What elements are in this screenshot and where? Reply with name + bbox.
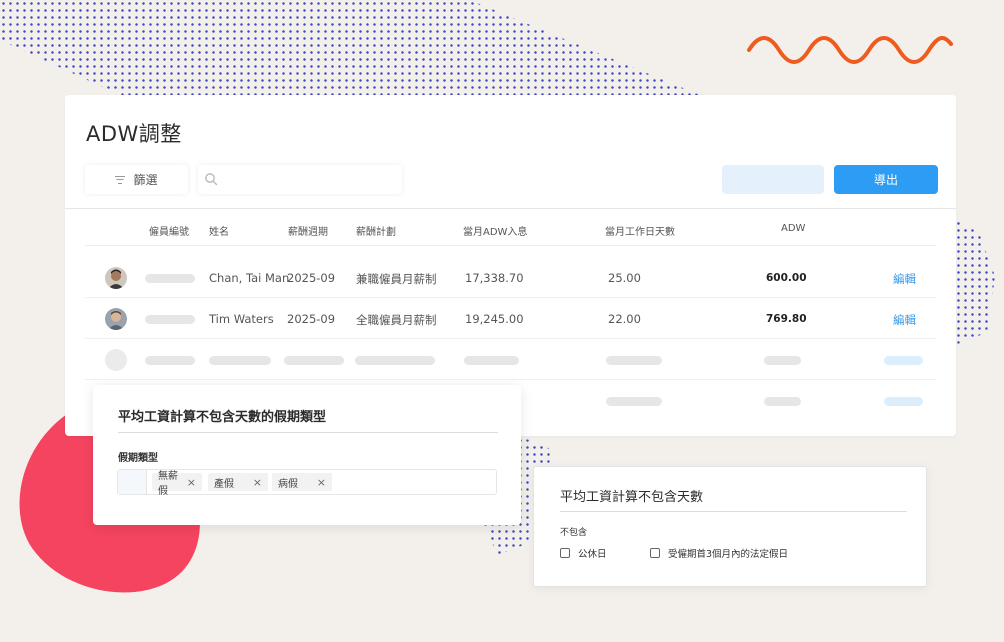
skeleton-cell bbox=[145, 356, 195, 365]
select-prefix bbox=[118, 470, 147, 494]
monthly-adw-income: 19,245.00 bbox=[465, 312, 524, 326]
tag-label: 產假 bbox=[214, 478, 234, 490]
field-label: 假期類型 bbox=[118, 453, 158, 464]
divider bbox=[560, 511, 907, 512]
column-header-name[interactable]: 姓名 bbox=[209, 223, 229, 238]
header-divider bbox=[85, 245, 936, 246]
search-input[interactable] bbox=[198, 165, 402, 194]
column-header-pay-plan[interactable]: 薪酬計劃 bbox=[356, 223, 396, 238]
skeleton-cell bbox=[884, 397, 923, 406]
checkbox-label: 受僱期首3個月內的法定假日 bbox=[668, 549, 789, 560]
row-divider bbox=[85, 297, 936, 298]
divider bbox=[65, 208, 956, 209]
working-days: 22.00 bbox=[608, 312, 641, 326]
remove-tag-icon[interactable]: × bbox=[187, 476, 196, 489]
skeleton-cell bbox=[764, 397, 801, 406]
page-title: ADW調整 bbox=[86, 122, 182, 146]
avatar bbox=[105, 308, 127, 330]
divider bbox=[118, 432, 498, 433]
pay-plan: 兼職僱員月薪制 bbox=[356, 272, 437, 286]
checkbox-label: 公休日 bbox=[578, 549, 607, 560]
adw-value: 600.00 bbox=[766, 272, 807, 284]
monthly-adw-income: 17,338.70 bbox=[465, 271, 524, 285]
leave-type-popup: 平均工資計算不包含天數的假期類型 假期類型 無薪假 × 產假 × 病假 × bbox=[93, 385, 521, 525]
checkbox[interactable] bbox=[560, 548, 570, 558]
leave-type-select[interactable]: 無薪假 × 產假 × 病假 × bbox=[117, 469, 497, 497]
edit-link[interactable]: 編輯 bbox=[893, 271, 916, 287]
checkbox-statutory-holiday-first-3-months[interactable]: 受僱期首3個月內的法定假日 bbox=[650, 546, 788, 560]
employee-id-placeholder bbox=[145, 315, 195, 324]
skeleton-cell bbox=[355, 356, 435, 365]
column-header-working-days[interactable]: 當月工作日天數 bbox=[605, 223, 675, 238]
leave-type-tag: 產假 × bbox=[208, 473, 268, 491]
secondary-action-button[interactable] bbox=[722, 165, 824, 194]
employee-name: Tim Waters bbox=[209, 312, 274, 326]
decorative-squiggle bbox=[747, 36, 953, 64]
working-days: 25.00 bbox=[608, 271, 641, 285]
section-label: 不包含 bbox=[560, 528, 588, 538]
search-icon bbox=[205, 173, 218, 186]
edit-link[interactable]: 編輯 bbox=[893, 312, 916, 328]
column-header-monthly-adw-income[interactable]: 當月ADW入息 bbox=[463, 223, 527, 238]
avatar-placeholder bbox=[105, 349, 127, 371]
skeleton-cell bbox=[464, 356, 519, 365]
pay-period: 2025-09 bbox=[287, 271, 336, 285]
adw-value: 769.80 bbox=[766, 313, 807, 325]
remove-tag-icon[interactable]: × bbox=[253, 476, 262, 489]
decorative-dot-pattern bbox=[0, 0, 700, 95]
skeleton-row bbox=[85, 340, 936, 380]
decorative-dot-pattern bbox=[955, 220, 995, 345]
remove-tag-icon[interactable]: × bbox=[317, 476, 326, 489]
table-row[interactable]: Tim Waters 2025-09 全職僱員月薪制 19,245.00 22.… bbox=[85, 299, 936, 339]
skeleton-cell bbox=[606, 356, 662, 365]
checkbox[interactable] bbox=[650, 548, 660, 558]
pay-plan: 全職僱員月薪制 bbox=[356, 313, 437, 327]
export-button[interactable]: 導出 bbox=[834, 165, 938, 194]
skeleton-cell bbox=[209, 356, 271, 365]
filter-button[interactable]: 篩選 bbox=[85, 165, 188, 194]
column-header-employee-id[interactable]: 僱員編號 bbox=[149, 223, 189, 238]
checkbox-public-holiday[interactable]: 公休日 bbox=[560, 546, 607, 560]
row-divider bbox=[85, 379, 936, 380]
row-divider bbox=[85, 338, 936, 339]
skeleton-cell bbox=[284, 356, 344, 365]
popup-title: 平均工資計算不包含天數 bbox=[560, 490, 704, 505]
skeleton-cell bbox=[884, 356, 923, 365]
employee-id-placeholder bbox=[145, 274, 195, 283]
popup-title: 平均工資計算不包含天數的假期類型 bbox=[118, 410, 327, 425]
leave-type-tag: 無薪假 × bbox=[152, 471, 202, 497]
skeleton-cell bbox=[606, 397, 662, 406]
filter-icon bbox=[115, 175, 126, 184]
employee-name: Chan, Tai Man bbox=[209, 271, 290, 285]
filter-label: 篩選 bbox=[133, 173, 158, 187]
tag-label: 病假 bbox=[278, 478, 298, 490]
pay-period: 2025-09 bbox=[287, 312, 336, 326]
avatar bbox=[105, 267, 127, 289]
skeleton-cell bbox=[764, 356, 801, 365]
column-header-adw[interactable]: ADW bbox=[781, 223, 805, 234]
column-header-pay-period[interactable]: 薪酬週期 bbox=[288, 223, 328, 238]
leave-type-tag: 病假 × bbox=[272, 473, 332, 491]
table-row[interactable]: Chan, Tai Man 2025-09 兼職僱員月薪制 17,338.70 … bbox=[85, 258, 936, 298]
tag-label: 無薪假 bbox=[158, 471, 178, 497]
exclusion-popup: 平均工資計算不包含天數 不包含 公休日 受僱期首3個月內的法定假日 bbox=[533, 466, 927, 587]
